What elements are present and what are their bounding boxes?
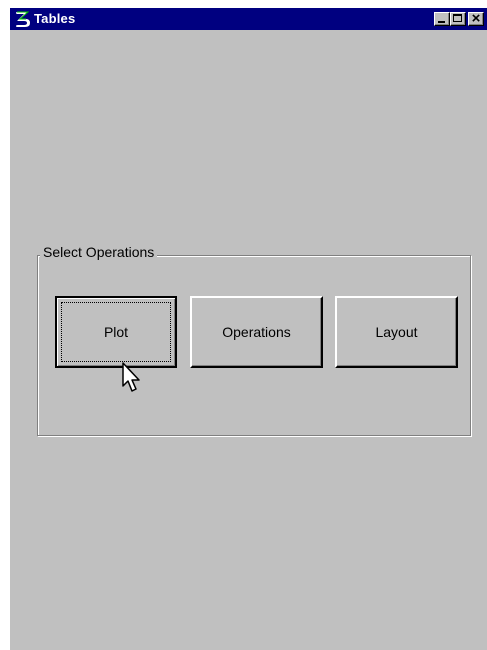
title-bar[interactable]: Tables × <box>10 8 487 30</box>
layout-button-label: Layout <box>375 324 418 340</box>
maximize-icon <box>453 14 462 22</box>
group-label: Select Operations <box>40 244 158 260</box>
plot-button[interactable]: Plot <box>55 296 177 368</box>
layout-button[interactable]: Layout <box>335 296 458 368</box>
window-title: Tables <box>34 11 76 26</box>
tables-window: Tables × Select Operations Plot Operatio… <box>10 8 487 650</box>
close-icon: × <box>471 10 481 27</box>
operations-button-label: Operations <box>222 324 291 340</box>
focus-rectangle <box>61 302 171 362</box>
operations-button[interactable]: Operations <box>190 296 323 368</box>
mouse-pointer-icon <box>122 362 140 392</box>
close-button[interactable]: × <box>468 10 484 27</box>
minimize-button[interactable] <box>434 12 450 26</box>
minimize-icon <box>438 21 445 23</box>
app-logo-icon <box>16 11 30 27</box>
maximize-button[interactable] <box>450 12 466 26</box>
